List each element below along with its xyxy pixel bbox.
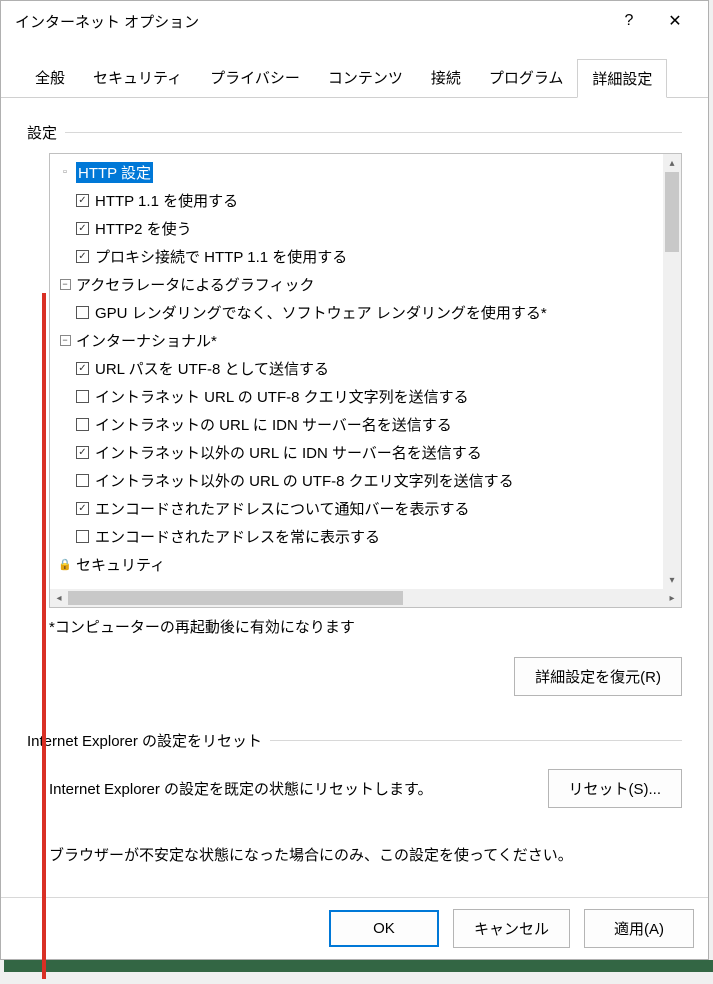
tree-checkbox-item[interactable]: エンコードされたアドレスを常に表示する: [58, 522, 681, 550]
tree-checkbox-item[interactable]: イントラネット以外の URL の UTF-8 クエリ文字列を送信する: [58, 466, 681, 494]
document-icon: ▫: [58, 165, 72, 179]
checkbox[interactable]: [76, 390, 89, 403]
tree-checkbox-item[interactable]: イントラネットの URL に IDN サーバー名を送信する: [58, 410, 681, 438]
reset-warning: ブラウザーが不安定な状態になった場合にのみ、この設定を使ってください。: [49, 844, 682, 865]
tab-security[interactable]: セキュリティ: [79, 59, 196, 97]
window-title: インターネット オプション: [15, 11, 606, 32]
vscroll-thumb[interactable]: [665, 172, 679, 252]
tree-checkbox-item[interactable]: ✓ プロキシ接続で HTTP 1.1 を使用する: [58, 242, 681, 270]
tree-content: ▫ HTTP 設定 ✓ HTTP 1.1 を使用する ✓ HTTP2 を使う ✓ プロキシ接続…: [50, 154, 681, 589]
tree-checkbox-item[interactable]: ✓ HTTP 1.1 を使用する: [58, 186, 681, 214]
cancel-button[interactable]: キャンセル: [453, 909, 570, 948]
checkbox[interactable]: [76, 530, 89, 543]
checkbox[interactable]: ✓: [76, 250, 89, 263]
scroll-down-icon[interactable]: ▾: [663, 571, 681, 589]
divider: [270, 740, 682, 741]
checkbox[interactable]: ✓: [76, 222, 89, 235]
restore-row: 詳細設定を復元(R): [27, 657, 682, 696]
collapse-icon: −: [58, 277, 72, 291]
reset-button[interactable]: リセット(S)...: [548, 769, 683, 808]
settings-tree[interactable]: ▫ HTTP 設定 ✓ HTTP 1.1 を使用する ✓ HTTP2 を使う ✓ プロキシ接続…: [49, 153, 682, 608]
tree-header[interactable]: ▫ HTTP 設定: [58, 158, 681, 186]
lock-icon: 🔒: [58, 557, 72, 571]
tree-item-label: イントラネット以外の URL の UTF-8 クエリ文字列を送信する: [95, 470, 514, 491]
divider: [65, 132, 682, 133]
tree-checkbox-item[interactable]: ✓ イントラネット以外の URL に IDN サーバー名を送信する: [58, 438, 681, 466]
tree-header-label: アクセラレータによるグラフィック: [76, 274, 315, 295]
tree-item-label: イントラネット以外の URL に IDN サーバー名を送信する: [95, 442, 482, 463]
annotation-line: [42, 293, 46, 979]
restart-note: *コンピューターの再起動後に有効になります: [49, 616, 682, 637]
scroll-up-icon[interactable]: ▴: [663, 154, 681, 172]
tree-item-label: エンコードされたアドレスについて通知バーを表示する: [95, 498, 470, 519]
tree-item-label: HTTP2 を使う: [95, 218, 192, 239]
settings-label: 設定: [27, 122, 65, 143]
tab-general[interactable]: 全般: [21, 59, 79, 97]
vertical-scrollbar[interactable]: ▴ ▾: [663, 154, 681, 589]
vscroll-track[interactable]: [663, 172, 681, 571]
titlebar: インターネット オプション ? ✕: [1, 1, 708, 41]
tab-strip: 全般 セキュリティ プライバシー コンテンツ 接続 プログラム 詳細設定: [1, 59, 708, 98]
scroll-left-icon[interactable]: ◂: [50, 593, 68, 604]
checkbox[interactable]: ✓: [76, 502, 89, 515]
checkbox[interactable]: [76, 474, 89, 487]
checkbox[interactable]: ✓: [76, 446, 89, 459]
tree-header-label: HTTP 設定: [76, 162, 153, 183]
checkbox[interactable]: [76, 418, 89, 431]
dialog-footer: OK キャンセル 適用(A): [1, 897, 708, 959]
ok-button[interactable]: OK: [329, 910, 439, 947]
tree-header-label: インターナショナル*: [76, 330, 217, 351]
tab-privacy[interactable]: プライバシー: [196, 59, 314, 97]
tree-checkbox-item[interactable]: GPU レンダリングでなく、ソフトウェア レンダリングを使用する*: [58, 298, 681, 326]
hscroll-track[interactable]: [68, 589, 645, 607]
apply-button[interactable]: 適用(A): [584, 909, 694, 948]
reset-description: Internet Explorer の設定を既定の状態にリセットします。: [49, 778, 433, 799]
close-button[interactable]: ✕: [652, 1, 698, 41]
tab-programs[interactable]: プログラム: [475, 59, 578, 97]
tab-advanced[interactable]: 詳細設定: [577, 59, 667, 98]
tree-header-label: セキュリティ: [76, 554, 165, 575]
tree-checkbox-item[interactable]: ✓ URL パスを UTF-8 として送信する: [58, 354, 681, 382]
tree-item-label: GPU レンダリングでなく、ソフトウェア レンダリングを使用する*: [95, 302, 547, 323]
tab-content[interactable]: コンテンツ: [314, 59, 417, 97]
dialog-window: インターネット オプション ? ✕ 全般 セキュリティ プライバシー コンテンツ…: [0, 0, 709, 960]
window-shadow: [4, 960, 713, 972]
tree-item-label: イントラネットの URL に IDN サーバー名を送信する: [95, 414, 452, 435]
hscroll-thumb[interactable]: [68, 591, 403, 605]
tree-checkbox-item[interactable]: ✓ エンコードされたアドレスについて通知バーを表示する: [58, 494, 681, 522]
checkbox[interactable]: ✓: [76, 194, 89, 207]
tree-header[interactable]: 🔒 セキュリティ: [58, 550, 681, 578]
checkbox[interactable]: [76, 306, 89, 319]
tab-content-area: 設定 ▫ HTTP 設定 ✓ HTTP 1.1 を使用する ✓ HTTP2 を使う ✓ プロキ…: [1, 98, 708, 865]
restore-advanced-button[interactable]: 詳細設定を復元(R): [514, 657, 682, 696]
tree-checkbox-item[interactable]: ✓ HTTP2 を使う: [58, 214, 681, 242]
tree-item-label: HTTP 1.1 を使用する: [95, 190, 238, 211]
tree-item-label: エンコードされたアドレスを常に表示する: [95, 526, 380, 547]
collapse-icon: −: [58, 333, 72, 347]
tree-item-label: URL パスを UTF-8 として送信する: [95, 358, 329, 379]
checkbox[interactable]: ✓: [76, 362, 89, 375]
horizontal-scrollbar[interactable]: ◂ ▸: [50, 589, 681, 607]
tree-item-label: イントラネット URL の UTF-8 クエリ文字列を送信する: [95, 386, 469, 407]
tree-header[interactable]: −アクセラレータによるグラフィック: [58, 270, 681, 298]
settings-group-header: 設定: [27, 122, 682, 143]
scroll-right-icon[interactable]: ▸: [663, 593, 681, 604]
tree-header[interactable]: −インターナショナル*: [58, 326, 681, 354]
tab-connections[interactable]: 接続: [417, 59, 475, 97]
help-button[interactable]: ?: [606, 1, 652, 41]
reset-group-label: Internet Explorer の設定をリセット: [27, 730, 270, 751]
tree-item-label: プロキシ接続で HTTP 1.1 を使用する: [95, 246, 347, 267]
reset-group: Internet Explorer の設定をリセット Internet Expl…: [27, 730, 682, 865]
tree-checkbox-item[interactable]: イントラネット URL の UTF-8 クエリ文字列を送信する: [58, 382, 681, 410]
